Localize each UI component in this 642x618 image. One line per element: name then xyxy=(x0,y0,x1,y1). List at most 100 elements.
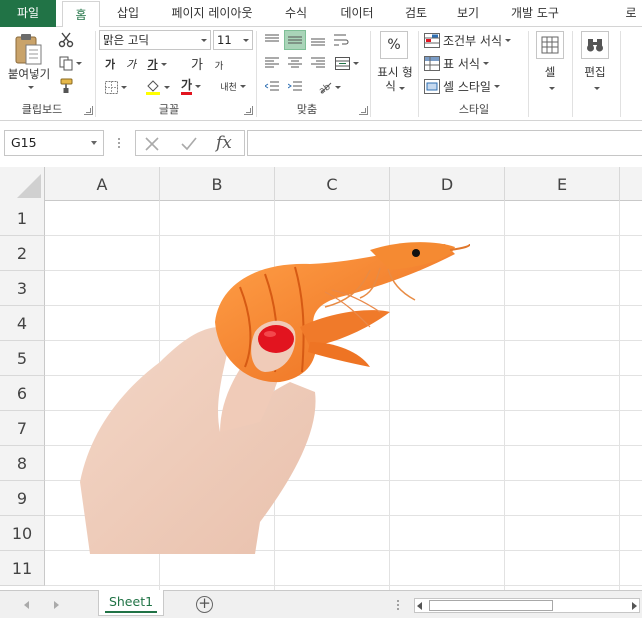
paste-dropdown[interactable] xyxy=(22,82,36,92)
scroll-tabs-left-icon[interactable] xyxy=(24,601,29,609)
row-header-8[interactable]: 8 xyxy=(0,446,45,481)
align-right-button[interactable] xyxy=(308,54,328,72)
scroll-left-icon[interactable] xyxy=(417,602,422,610)
tab-home[interactable]: 홈 xyxy=(62,1,100,28)
tab-page-layout[interactable]: 페이지 레이아웃 xyxy=(160,0,264,27)
column-header-d[interactable]: D xyxy=(390,167,505,201)
font-name-combo[interactable]: 맑은 고딕 xyxy=(99,30,211,50)
cut-button[interactable] xyxy=(56,31,76,49)
grow-font-button[interactable]: 가 xyxy=(188,53,206,73)
paste-button[interactable] xyxy=(10,31,46,67)
row-header-1[interactable]: 1 xyxy=(0,201,45,236)
editing-label-text: 편집 xyxy=(584,65,606,79)
formula-bar-grip-icon[interactable] xyxy=(114,135,124,151)
row-header-9[interactable]: 9 xyxy=(0,481,45,516)
wrap-text-button[interactable] xyxy=(332,30,352,50)
format-as-table-button[interactable]: 표 서식 xyxy=(424,53,504,73)
row-header-4[interactable]: 4 xyxy=(0,306,45,341)
cells-label-text: 셀 xyxy=(544,65,556,79)
row-header-7[interactable]: 7 xyxy=(0,411,45,446)
align-center-button[interactable] xyxy=(285,54,305,72)
font-color-glyph: 가 xyxy=(180,78,193,95)
italic-button[interactable]: 가 xyxy=(122,55,140,73)
format-painter-button[interactable] xyxy=(56,77,76,95)
row-header-5[interactable]: 5 xyxy=(0,341,45,376)
hand-holding-shrimp-image[interactable] xyxy=(70,232,471,554)
column-header-f[interactable] xyxy=(620,167,642,201)
row-header-3[interactable]: 3 xyxy=(0,271,45,306)
column-header-c[interactable]: C xyxy=(275,167,390,201)
cells-button[interactable] xyxy=(536,31,564,59)
format-painter-icon xyxy=(60,78,73,93)
align-bottom-button[interactable] xyxy=(308,31,328,49)
tab-developer[interactable]: 개발 도구 xyxy=(500,0,570,27)
border-icon xyxy=(105,80,118,94)
row-header-11[interactable]: 11 xyxy=(0,551,45,586)
row-header-10[interactable]: 10 xyxy=(0,516,45,551)
decrease-indent-button[interactable] xyxy=(262,78,282,96)
row-header-6[interactable]: 6 xyxy=(0,376,45,411)
split-handle-icon[interactable] xyxy=(395,599,401,611)
border-button[interactable] xyxy=(101,78,131,96)
editing-button[interactable] xyxy=(581,31,609,59)
chevron-down-icon xyxy=(201,39,207,42)
tab-login[interactable]: 로 xyxy=(620,0,642,27)
scroll-tabs-right-icon[interactable] xyxy=(54,601,59,609)
cells-label: 셀 xyxy=(530,65,570,93)
font-color-button[interactable]: 가 xyxy=(176,76,206,96)
tab-data[interactable]: 데이터 xyxy=(332,0,382,27)
merge-center-button[interactable] xyxy=(332,54,362,72)
check-icon[interactable] xyxy=(180,136,198,152)
tab-review[interactable]: 검토 xyxy=(396,0,436,27)
paste-label: 붙여넣기 xyxy=(7,67,51,81)
tab-file[interactable]: 파일 xyxy=(0,0,56,27)
tab-insert[interactable]: 삽입 xyxy=(108,0,148,27)
new-sheet-button[interactable]: + xyxy=(196,596,213,613)
scroll-right-icon[interactable] xyxy=(632,602,637,610)
horizontal-scrollbar[interactable] xyxy=(414,598,640,613)
font-launcher-icon[interactable] xyxy=(244,106,253,115)
shrink-font-button[interactable]: 가 xyxy=(210,57,228,73)
font-size-combo[interactable]: 11 xyxy=(213,30,253,50)
insert-function-button[interactable]: fx xyxy=(216,133,232,153)
conditional-format-button[interactable]: 조건부 서식 xyxy=(424,30,524,50)
align-top-icon xyxy=(265,34,279,42)
conditional-format-icon xyxy=(424,32,440,48)
number-format-label: 표시 형 식 xyxy=(372,65,418,93)
sheet-tab-sheet1[interactable]: Sheet1 xyxy=(98,590,164,616)
orientation-button[interactable]: ab xyxy=(314,78,344,96)
clipboard-icon xyxy=(15,34,42,65)
format-as-table-label: 표 서식 xyxy=(443,56,480,71)
column-header-b[interactable]: B xyxy=(160,167,275,201)
percent-icon: % xyxy=(387,37,401,53)
alignment-launcher-icon[interactable] xyxy=(359,106,368,115)
align-middle-button[interactable] xyxy=(284,30,306,50)
number-format-button[interactable]: % xyxy=(380,31,408,59)
tab-formulas[interactable]: 수식 xyxy=(276,0,316,27)
align-top-button[interactable] xyxy=(262,31,282,49)
increase-indent-button[interactable] xyxy=(285,78,305,96)
chevron-down-icon xyxy=(396,79,405,93)
align-left-button[interactable] xyxy=(262,54,282,72)
cell-styles-icon xyxy=(424,78,440,94)
formula-input[interactable] xyxy=(247,130,642,156)
select-all-button[interactable] xyxy=(0,167,45,201)
phonetic-button[interactable]: 내천 xyxy=(218,76,248,96)
clipboard-launcher-icon[interactable] xyxy=(84,106,93,115)
row-header-2[interactable]: 2 xyxy=(0,236,45,271)
bold-button[interactable]: 가 xyxy=(101,55,119,73)
group-separator xyxy=(620,31,621,117)
name-box[interactable]: G15 xyxy=(4,130,104,156)
merge-cells-icon xyxy=(335,56,350,70)
underline-button[interactable]: 가 xyxy=(144,55,170,73)
cancel-icon[interactable] xyxy=(144,136,160,152)
tab-view[interactable]: 보기 xyxy=(448,0,488,27)
increase-indent-icon xyxy=(288,81,302,91)
copy-button[interactable] xyxy=(56,54,84,72)
scrollbar-thumb[interactable] xyxy=(429,600,553,611)
fill-color-button[interactable] xyxy=(141,78,173,96)
column-header-a[interactable]: A xyxy=(45,167,160,201)
column-header-e[interactable]: E xyxy=(505,167,620,201)
chevron-down-icon xyxy=(546,79,555,93)
cell-styles-button[interactable]: 셀 스타일 xyxy=(424,76,516,96)
